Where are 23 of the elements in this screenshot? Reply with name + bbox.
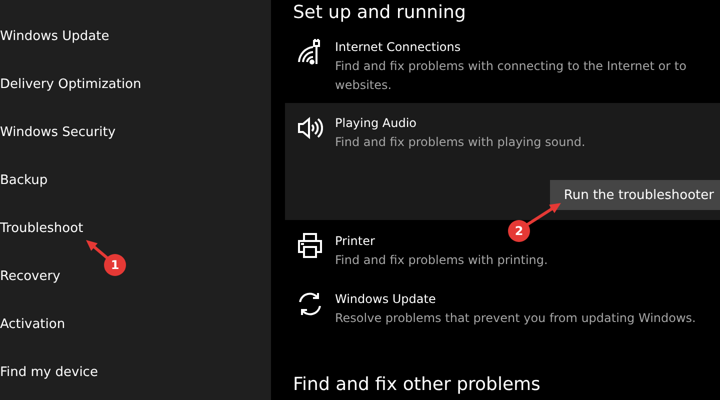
troubleshooter-title: Windows Update (335, 291, 437, 308)
section-heading: Find and fix other problems (292, 373, 542, 397)
troubleshooter-description: Find and fix problems with printing. (335, 252, 549, 269)
speaker-icon (297, 114, 323, 142)
troubleshooter-title: Playing Audio (335, 115, 418, 132)
section-heading: Set up and running (292, 1, 467, 25)
sidebar-item[interactable]: Activation (0, 315, 271, 335)
sidebar-item[interactable]: Windows Update (0, 27, 271, 47)
troubleshooter-card[interactable]: Playing Audio Find and fix problems with playing sound. Run the troubleshooter (285, 103, 720, 220)
sidebar-item[interactable]: Windows Security (0, 123, 271, 143)
sync-icon (297, 290, 323, 318)
sidebar-item[interactable]: Backup (0, 171, 271, 191)
sidebar-item[interactable]: Find my device (0, 363, 271, 383)
troubleshooter-description: Find and fix problems with connecting to the Internet or to websites. (335, 58, 688, 94)
troubleshooter-title: Internet Connections (335, 39, 462, 56)
sidebar-item[interactable]: Troubleshoot (0, 219, 271, 239)
sidebar-item[interactable]: Delivery Optimization (0, 75, 271, 95)
troubleshooter-description: Resolve problems that prevent you from updating Windows. (335, 310, 697, 327)
printer-icon (297, 232, 323, 260)
run-troubleshooter-button[interactable]: Run the troubleshooter (550, 180, 720, 210)
wifi-icon (297, 38, 323, 66)
troubleshooter-description: Find and fix problems with playing sound. (335, 134, 586, 151)
troubleshooter-title: Printer (335, 233, 376, 250)
